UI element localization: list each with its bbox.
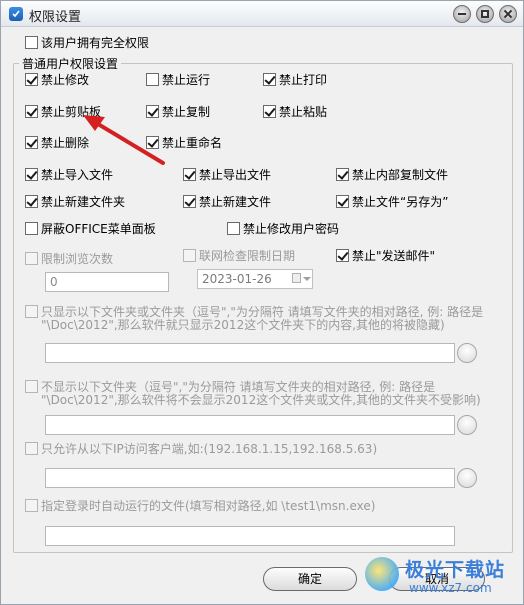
only-show-browse-button[interactable] — [457, 343, 477, 363]
perm-forbid-new-folder[interactable]: 禁止新建文件夹 — [25, 193, 125, 209]
browse-count-input[interactable]: 0 — [45, 272, 169, 292]
only-show-input[interactable] — [45, 343, 455, 363]
perm-forbid-new-file[interactable]: 禁止新建文件 — [183, 193, 271, 209]
minimize-button[interactable] — [453, 5, 471, 23]
title-bar[interactable]: 权限设置 — [1, 1, 523, 27]
watermark-title: 极光下载站 — [405, 559, 506, 581]
ip-allow-checkbox[interactable]: 只允许从以下IP访问客户端,如:(192.168.1.15,192.168.5.… — [25, 440, 377, 456]
ok-button[interactable]: 确定 — [263, 567, 357, 591]
chevron-down-icon — [303, 277, 311, 281]
perm-forbid-modify[interactable]: 禁止修改 — [25, 71, 89, 87]
full-rights-box[interactable] — [25, 35, 38, 49]
perm-forbid-run[interactable]: 禁止运行 — [146, 71, 210, 87]
full-rights-checkbox[interactable]: 该用户拥有完全权限 — [25, 34, 149, 50]
maximize-icon — [481, 10, 489, 18]
perm-hide-office-menu[interactable]: 屏蔽OFFICE菜单面板 — [25, 220, 156, 236]
maximize-button[interactable] — [476, 5, 494, 23]
perm-online-check-date[interactable]: 联网检查限制日期 — [183, 247, 295, 263]
close-button[interactable] — [499, 5, 517, 23]
limit-date-picker[interactable]: 2023-01-26 — [197, 269, 313, 289]
perm-forbid-save-as[interactable]: 禁止文件“另存为” — [336, 193, 448, 209]
ip-allow-input[interactable] — [45, 468, 455, 488]
watermark-site: www.xz7.com — [409, 581, 492, 595]
ip-allow-label: 只允许从以下IP访问客户端,如:(192.168.1.15,192.168.5.… — [41, 441, 378, 456]
watermark-logo — [365, 557, 399, 591]
perm-forbid-print[interactable]: 禁止打印 — [263, 71, 327, 87]
shield-icon — [9, 7, 23, 21]
perm-forbid-internal-copy[interactable]: 禁止内部复制文件 — [336, 166, 448, 182]
perm-forbid-change-password[interactable]: 禁止修改用户密码 — [227, 220, 339, 236]
calendar-dropdown-button[interactable] — [289, 271, 311, 287]
perm-forbid-export[interactable]: 禁止导出文件 — [183, 166, 271, 182]
watermark: 极光下载站 www.xz7.com — [361, 553, 523, 603]
not-show-browse-button[interactable] — [457, 415, 477, 435]
auto-run-label: 指定登录时自动运行的文件(填写相对路径,如 \test1\msn.exe) — [41, 498, 376, 513]
perm-forbid-paste[interactable]: 禁止粘贴 — [263, 103, 327, 119]
calendar-icon — [292, 273, 301, 283]
group-title: 普通用户权限设置 — [19, 55, 122, 72]
red-arrow-annotation — [83, 115, 165, 165]
ip-allow-button[interactable] — [457, 468, 477, 488]
full-rights-label: 该用户拥有完全权限 — [41, 35, 150, 50]
not-show-input[interactable] — [45, 415, 455, 435]
perm-forbid-send-mail[interactable]: 禁止"发送邮件" — [336, 247, 435, 263]
limit-date-value: 2023-01-26 — [202, 272, 272, 286]
perm-limit-browse-count[interactable]: 限制浏览次数 — [25, 250, 113, 266]
not-show-note: "\Doc\2012",那么软件将不会显示2012这个文件夹或文件,其他的文件夹… — [41, 393, 481, 407]
perm-forbid-delete[interactable]: 禁止删除 — [25, 134, 89, 150]
minimize-icon — [458, 13, 466, 15]
permission-settings-window: 权限设置 该用户拥有完全权限 普通用户权限设置 禁止修改 禁止运行 禁止打印 禁… — [0, 0, 524, 605]
window-title: 权限设置 — [29, 10, 82, 25]
auto-run-checkbox[interactable]: 指定登录时自动运行的文件(填写相对路径,如 \test1\msn.exe) — [25, 497, 375, 513]
auto-run-input[interactable] — [45, 526, 455, 546]
only-show-note: "\Doc\2012",那么软件就只显示2012这个文件夹下的内容,其他的将被隐… — [41, 318, 445, 332]
